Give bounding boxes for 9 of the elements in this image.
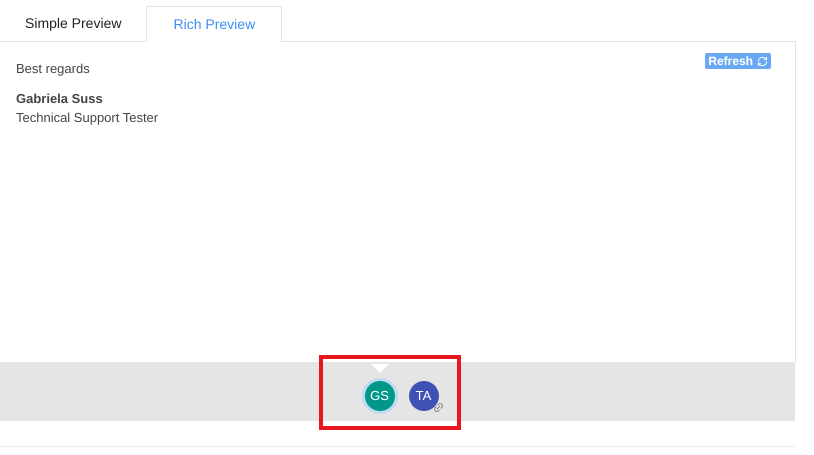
refresh-icon [757,56,768,66]
tab[interactable]: Simple Preview [0,6,146,41]
avatar[interactable]: TA [408,380,438,410]
avatar[interactable]: GS [364,380,394,410]
refresh-button[interactable]: Refresh [705,53,771,69]
closing-text: Best regards [16,60,90,78]
signature-name: Gabriela Suss [16,90,103,108]
signature-role: Technical Support Tester [16,109,158,127]
tab[interactable]: Rich Preview [146,6,282,42]
